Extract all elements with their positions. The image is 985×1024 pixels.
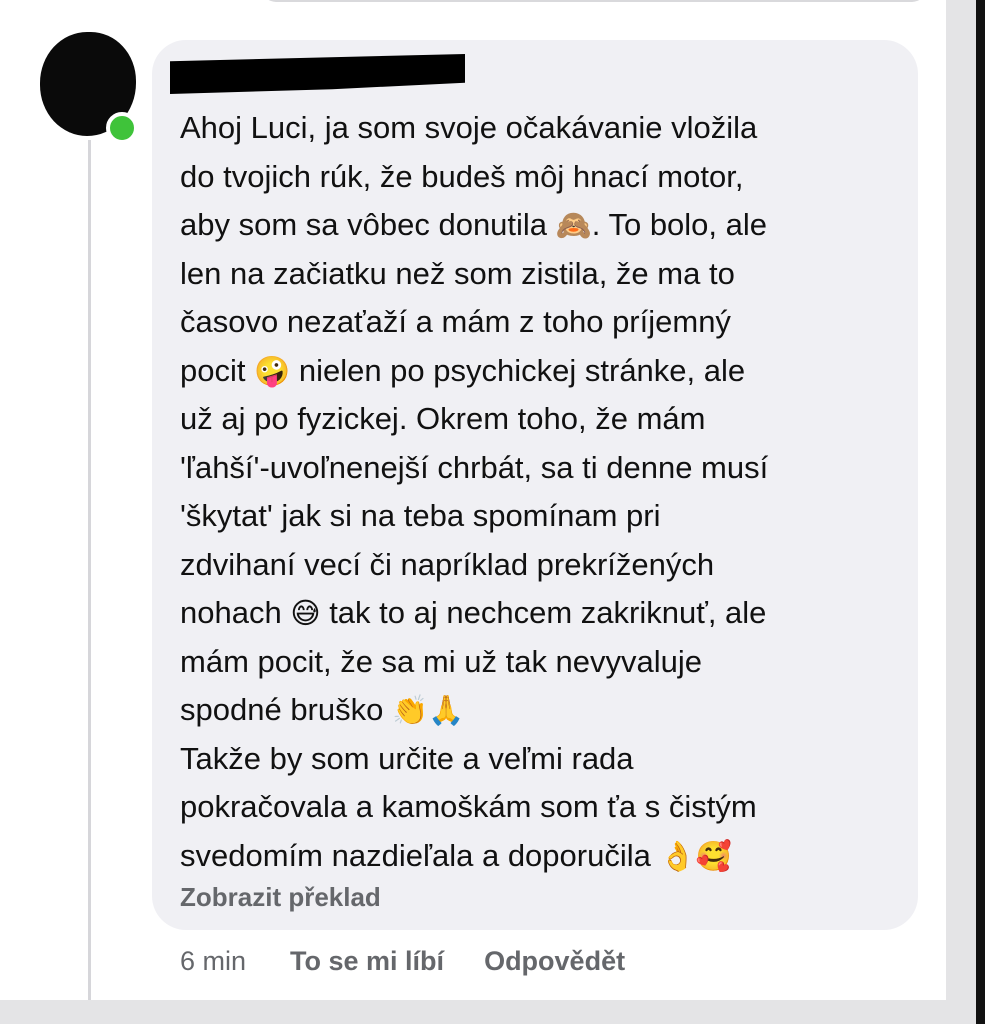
comment-line: aby som sa vôbec donutila 🙈. To bolo, al… bbox=[180, 207, 768, 242]
comment-line: spodné bruško 👏🙏 bbox=[180, 692, 465, 727]
thread-line bbox=[88, 140, 91, 1000]
comment-line: do tvojich rúk, že budeš môj hnací motor… bbox=[180, 158, 744, 194]
comment-line: mám pocit, že sa mi už tak nevyvaluje bbox=[180, 643, 703, 679]
comment-line: pocit 🤪 nielen po psychickej stránke, al… bbox=[180, 352, 746, 388]
comment-line: už aj po fyzickej. Okrem toho, že mám bbox=[180, 401, 706, 436]
zany-face-icon: 🤪 bbox=[254, 353, 291, 388]
right-margin bbox=[946, 0, 976, 1024]
comment-line: pokračovala a kamoškám som ťa s čistým bbox=[180, 789, 757, 824]
screen-edge bbox=[976, 0, 985, 1024]
previous-comment-card-edge bbox=[262, 0, 926, 2]
comment-line: 'ľahší'-uvoľnenejší chrbát, sa ti denne … bbox=[180, 449, 769, 485]
comment-line: Takže by som určite a veľmi rada bbox=[180, 740, 634, 776]
clapping-praying-hands-icon: 👏🙏 bbox=[392, 693, 465, 727]
comment-line: zdvihaní vecí či napríklad prekrížených bbox=[180, 546, 715, 582]
reply-button[interactable]: Odpovědět bbox=[484, 946, 625, 977]
comment-actions: 6 min To se mi líbí Odpovědět bbox=[180, 946, 665, 977]
bottom-margin bbox=[0, 1000, 976, 1024]
timestamp: 6 min bbox=[180, 946, 247, 976]
comment-line: svedomím nazdieľala a doporučila 👌🥰 bbox=[180, 837, 732, 873]
comment-line: len na začiatku než som zistila, že ma t… bbox=[180, 255, 735, 291]
comment-line: nohach 😅 tak to aj nechcem zakriknuť, al… bbox=[180, 595, 767, 630]
grinning-sweat-icon: 😅 bbox=[290, 596, 321, 630]
comment-text: Ahoj Luci, ja som svoje očakávanie vloži… bbox=[180, 104, 908, 880]
comment-line: Ahoj Luci, ja som svoje očakávanie vloži… bbox=[180, 110, 758, 145]
comment-line: časovo nezaťaží a mám z toho príjemný bbox=[180, 304, 731, 339]
ok-hand-smiling-hearts-icon: 👌🥰 bbox=[659, 838, 732, 873]
show-translation-link[interactable]: Zobrazit překlad bbox=[180, 882, 381, 913]
comment-line: 'škytat' jak si na teba spomínam pri bbox=[180, 498, 661, 533]
like-button[interactable]: To se mi líbí bbox=[290, 946, 444, 977]
see-no-evil-monkey-icon: 🙈 bbox=[555, 208, 592, 242]
online-status-icon bbox=[106, 112, 138, 144]
